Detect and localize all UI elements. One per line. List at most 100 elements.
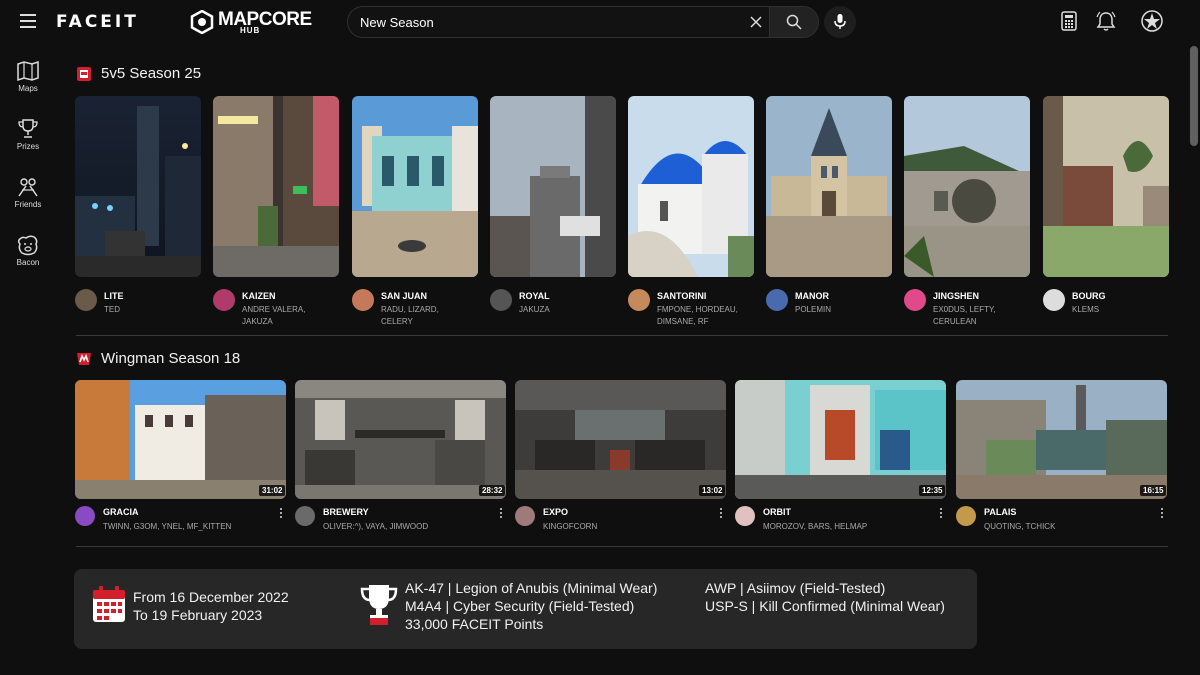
- map-authors: QUOTING, TCHICK: [984, 522, 1056, 531]
- wingman-card-expo[interactable]: 13:02 EXPO KINGOFCORN: [515, 380, 726, 535]
- section-divider: [76, 335, 1168, 336]
- map-name: BREWERY: [323, 507, 369, 517]
- date-from: From 16 December 2022: [133, 589, 289, 605]
- author-avatar[interactable]: [735, 506, 755, 526]
- bell-icon[interactable]: [1095, 10, 1117, 32]
- author-avatar[interactable]: [75, 289, 97, 311]
- search-button[interactable]: [769, 7, 818, 37]
- author-avatar[interactable]: [75, 506, 95, 526]
- author-avatar[interactable]: [766, 289, 788, 311]
- voice-search-button[interactable]: [824, 6, 856, 38]
- sidebar-item-friends[interactable]: Friends: [0, 172, 56, 224]
- map-thumbnail[interactable]: [956, 380, 1167, 499]
- map-name: ORBIT: [763, 507, 791, 517]
- map-card-santorini[interactable]: SANTORINI FMPONE, HORDEAU, DIMSANE, RF: [628, 96, 754, 336]
- trophy-icon: [360, 585, 398, 625]
- sidebar-item-maps[interactable]: Maps: [0, 56, 56, 108]
- map-card-lite[interactable]: LITE TED: [75, 96, 201, 336]
- wingman-card-orbit[interactable]: 12:35 ORBIT MOROZOV, BARS, HELMAP: [735, 380, 946, 535]
- map-card-san-juan[interactable]: SAN JUAN RADU, LIZARD, CELERY: [352, 96, 478, 336]
- map-thumbnail[interactable]: [75, 380, 286, 499]
- map-name: SANTORINI: [657, 291, 707, 301]
- map-name: SAN JUAN: [381, 291, 428, 301]
- sidebar-item-label: Bacon: [16, 258, 40, 267]
- author-avatar[interactable]: [515, 506, 535, 526]
- map-thumbnail[interactable]: [766, 96, 892, 277]
- author-avatar[interactable]: [956, 506, 976, 526]
- map-name: ROYAL: [519, 291, 550, 301]
- author-avatar[interactable]: [295, 506, 315, 526]
- wingman-card-brewery[interactable]: 28:32 BREWERY OLIVER:^), VAYA, JIMWOOD: [295, 380, 506, 535]
- bacon-icon: [17, 235, 38, 256]
- map-thumbnail[interactable]: [295, 380, 506, 499]
- map-thumbnail[interactable]: [490, 96, 616, 277]
- map-thumbnail[interactable]: [352, 96, 478, 277]
- more-options-icon[interactable]: [279, 508, 283, 520]
- author-avatar[interactable]: [1043, 289, 1065, 311]
- duration-badge: 12:35: [919, 485, 946, 496]
- map-authors: JAKUZA: [519, 305, 550, 314]
- map-thumbnail[interactable]: [628, 96, 754, 277]
- season-badge-icon: [77, 66, 91, 81]
- map-authors: POLEMIN: [795, 305, 832, 314]
- date-to: To 19 February 2023: [133, 607, 263, 623]
- more-options-icon[interactable]: [499, 508, 503, 520]
- top-bar: FACEIT MAPCORE HUB: [0, 0, 1200, 44]
- wingman-card-palais[interactable]: 16:15 PALAIS QUOTING, TCHICK: [956, 380, 1167, 535]
- map-authors: TED: [104, 305, 120, 314]
- mapcore-logo[interactable]: MAPCORE HUB: [190, 8, 312, 36]
- map-authors: OLIVER:^), VAYA, JIMWOOD: [323, 522, 429, 531]
- author-avatar[interactable]: [904, 289, 926, 311]
- map-card-bourg[interactable]: BOURG KLEMS: [1043, 96, 1169, 336]
- calculator-icon[interactable]: [1058, 10, 1080, 32]
- map-name: KAIZEN: [242, 291, 276, 301]
- wingman-card-gracia[interactable]: 31:02 GRACIA TWINN, G3OM, YNEL, MF_KITTE…: [75, 380, 286, 535]
- avatar-icon[interactable]: [1141, 10, 1163, 32]
- faceit-logo[interactable]: FACEIT: [56, 12, 139, 32]
- map-thumbnail[interactable]: [1043, 96, 1169, 277]
- section-divider: [76, 546, 1168, 547]
- search-box: [347, 6, 819, 38]
- map-authors: FMPONE, HORDEAU, DIMSANE, RF: [657, 305, 738, 326]
- map-card-kaizen[interactable]: KAIZEN ANDRE VALERA, JAKUZA: [213, 96, 339, 336]
- map-name: PALAIS: [984, 507, 1017, 517]
- prize-item: AK-47 | Legion of Anubis (Minimal Wear): [405, 580, 658, 596]
- mapcore-wordmark: MAPCORE: [218, 8, 312, 30]
- microphone-icon: [834, 14, 846, 29]
- season-dates: From 16 December 2022 To 19 February 202…: [133, 588, 289, 624]
- author-avatar[interactable]: [628, 289, 650, 311]
- more-options-icon[interactable]: [1160, 508, 1164, 520]
- prize-list-left: AK-47 | Legion of Anubis (Minimal Wear) …: [405, 579, 657, 633]
- season-info-panel: From 16 December 2022 To 19 February 202…: [74, 569, 977, 649]
- map-card-jingshen[interactable]: JINGSHEN EX0DUS, LEFTY, CERULEAN: [904, 96, 1030, 336]
- map-thumbnail[interactable]: [75, 96, 201, 277]
- map-authors: KINGOFCORN: [543, 522, 598, 531]
- sidebar-item-bacon[interactable]: Bacon: [0, 230, 56, 282]
- calendar-icon: [93, 586, 125, 622]
- more-options-icon[interactable]: [719, 508, 723, 520]
- section-5v5-header: 5v5 Season 25: [76, 65, 201, 82]
- map-card-manor[interactable]: MANOR POLEMIN: [766, 96, 892, 336]
- map-authors: TWINN, G3OM, YNEL, MF_KITTEN: [103, 522, 232, 531]
- section-wingman-header: Wingman Season 18: [76, 350, 240, 367]
- map-thumbnail[interactable]: [515, 380, 726, 499]
- sidebar-item-prizes[interactable]: Prizes: [0, 114, 56, 166]
- map-thumbnail[interactable]: [904, 96, 1030, 277]
- menu-icon[interactable]: [20, 14, 36, 28]
- page-scrollbar[interactable]: [1190, 46, 1198, 146]
- map-card-royal[interactable]: ROYAL JAKUZA: [490, 96, 616, 336]
- prize-item: 33,000 FACEIT Points: [405, 616, 544, 632]
- search-input[interactable]: [360, 7, 740, 37]
- sidebar-item-label: Prizes: [16, 142, 40, 151]
- clear-search-icon[interactable]: [748, 14, 764, 30]
- author-avatar[interactable]: [213, 289, 235, 311]
- mapcore-hex-icon: [190, 10, 214, 34]
- map-thumbnail[interactable]: [735, 380, 946, 499]
- more-options-icon[interactable]: [939, 508, 943, 520]
- map-name: JINGSHEN: [933, 291, 980, 301]
- author-avatar[interactable]: [352, 289, 374, 311]
- author-avatar[interactable]: [490, 289, 512, 311]
- map-thumbnail[interactable]: [213, 96, 339, 277]
- map-authors: RADU, LIZARD, CELERY: [381, 305, 439, 326]
- section-title: Wingman Season 18: [101, 350, 241, 367]
